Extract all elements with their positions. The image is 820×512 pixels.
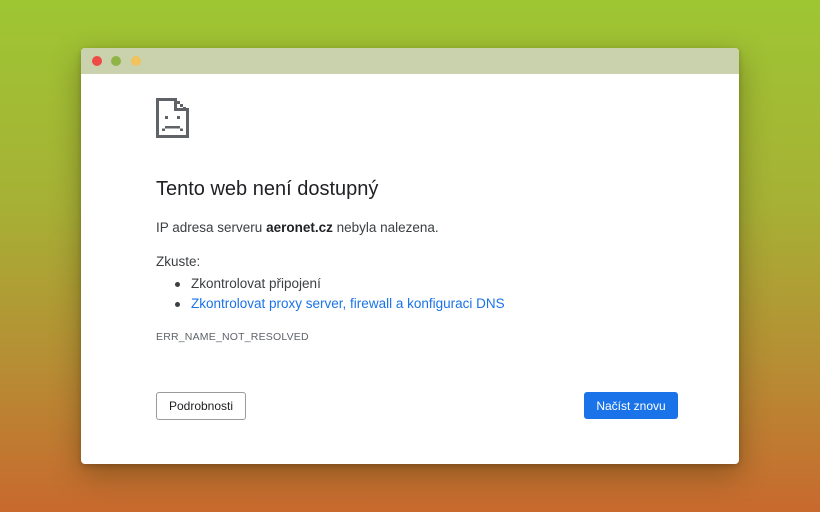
page-title: Tento web není dostupný: [156, 178, 379, 200]
window-titlebar[interactable]: [81, 48, 739, 74]
description-suffix: nebyla nalezena.: [332, 220, 439, 235]
description-prefix: IP adresa serveru: [156, 220, 267, 235]
maximize-window-button[interactable]: [131, 56, 141, 66]
close-window-button[interactable]: [92, 56, 102, 66]
suggestion-check-proxy: Zkontrolovat proxy server, firewall a ko…: [156, 294, 505, 314]
suggestion-text: Zkontrolovat připojení: [191, 276, 321, 291]
error-code: ERR_NAME_NOT_RESOLVED: [156, 331, 309, 343]
error-page: Tento web není dostupný IP adresa server…: [81, 74, 739, 464]
sad-page-icon: [156, 98, 189, 138]
reload-button[interactable]: Načíst znovu: [584, 392, 678, 419]
check-proxy-link[interactable]: Zkontrolovat proxy server, firewall a ko…: [191, 296, 505, 311]
details-button[interactable]: Podrobnosti: [156, 392, 246, 420]
error-description: IP adresa serveru aeronet.cz nebyla nale…: [156, 220, 439, 235]
server-domain: aeronet.cz: [266, 220, 333, 235]
suggestion-check-connection: Zkontrolovat připojení: [156, 274, 505, 294]
try-label: Zkuste:: [156, 254, 201, 269]
suggestions-list: Zkontrolovat připojení Zkontrolovat prox…: [156, 274, 505, 314]
browser-window: Tento web není dostupný IP adresa server…: [81, 48, 739, 464]
minimize-window-button[interactable]: [111, 56, 121, 66]
